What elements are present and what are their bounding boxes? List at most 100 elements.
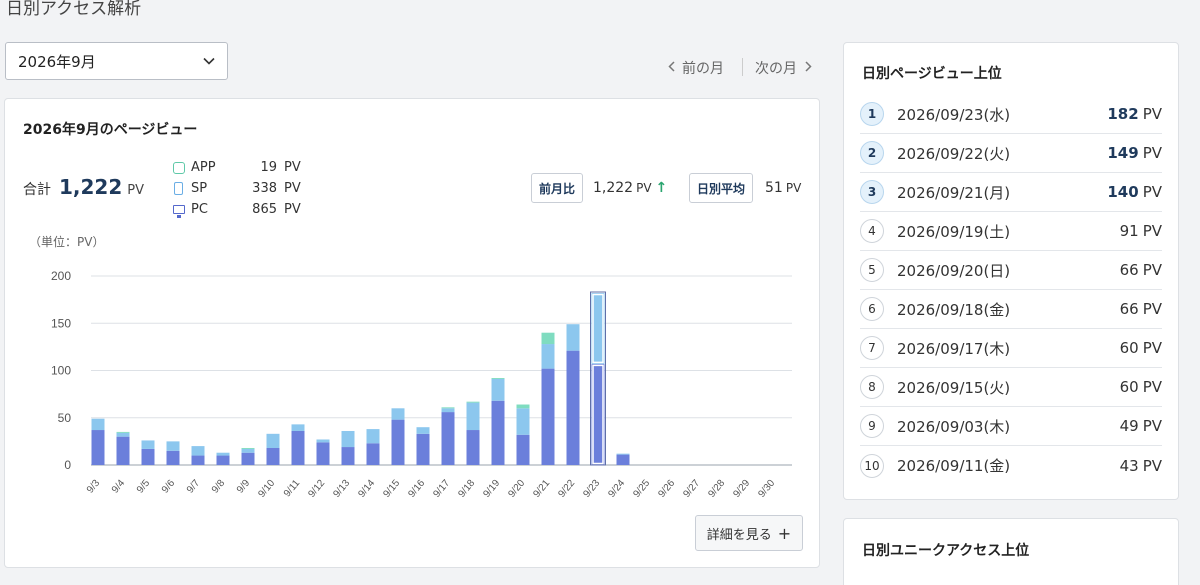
chevron-down-icon: [203, 55, 215, 68]
pv-ranking-card: 日別ページビュー上位 1 2026/09/23(水) 182 PV 2 2026/09/2…: [843, 42, 1179, 500]
x-tick-label: 9/27: [681, 478, 702, 500]
bar-segment-app: [491, 378, 505, 380]
rank-pv-value: 66: [1119, 300, 1139, 318]
x-tick-label: 9/10: [256, 478, 277, 500]
bar-segment-sp: [466, 402, 480, 431]
bar-segment-sp: [191, 446, 205, 456]
rank-date: 2026/09/21(月): [897, 183, 1011, 202]
ranking-row: 1 2026/09/23(水) 182 PV: [860, 95, 1162, 134]
x-tick-label: 9/15: [381, 478, 402, 500]
pageview-bar-chart: 0501001502009/3 9/4 9/5 9/6 9/7 9/8 9/9 9/10 9/1…: [51, 269, 792, 500]
x-tick-label: 9/30: [756, 478, 777, 500]
rank-pv: 149 PV: [1107, 144, 1162, 162]
rank-pv: 43 PV: [1120, 457, 1162, 475]
next-month-label: 次の月: [755, 61, 797, 77]
rank-badge: 8: [860, 375, 884, 399]
x-tick-label: 9/24: [606, 478, 627, 500]
x-tick-label: 9/6: [160, 478, 178, 496]
rank-pv: 60 PV: [1120, 339, 1162, 357]
x-tick-label: 9/11: [282, 478, 303, 500]
x-tick-label: 9/28: [706, 478, 727, 500]
x-tick-label: 9/12: [306, 478, 327, 500]
ranking-row: 7 2026/09/17(木) 60 PV: [860, 329, 1162, 368]
month-select[interactable]: 2026年9月: [5, 42, 228, 80]
rank-pv-unit: PV: [1142, 339, 1162, 357]
ranking-row: 9 2026/09/03(木) 49 PV: [860, 407, 1162, 446]
rank-badge: 5: [860, 258, 884, 282]
x-tick-label: 9/17: [431, 478, 452, 500]
rank-pv-unit: PV: [1142, 222, 1162, 240]
bar-segment-app: [541, 332, 555, 345]
bar-segment-pc: [116, 436, 130, 465]
x-tick-label: 9/4: [110, 478, 128, 496]
nav-divider: [742, 58, 743, 76]
pv-ranking-title: 日別ページビュー上位: [862, 66, 1002, 82]
pageview-card: 2026年9月のページビュー 合計 1,222 PV APP 19 PV SP …: [4, 98, 820, 568]
chevron-right-icon: [805, 60, 812, 76]
x-tick-label: 9/5: [135, 478, 153, 496]
rank-badge: 10: [860, 453, 884, 478]
bar-segment-sp: [116, 432, 130, 437]
bar-segment-pc: [291, 430, 305, 465]
y-tick-label: 150: [51, 316, 71, 330]
bar-segment-app: [441, 407, 455, 409]
bar-segment-sp: [441, 408, 455, 413]
bar-segment-sp: [541, 344, 555, 369]
bar-segment-sp: [516, 408, 530, 435]
rank-pv: 66 PV: [1120, 261, 1162, 279]
bar-segment-app: [516, 404, 530, 409]
x-tick-label: 9/16: [406, 478, 427, 500]
plus-icon: +: [777, 523, 792, 543]
x-tick-label: 9/23: [581, 478, 602, 500]
bar-segment-pc: [341, 447, 355, 465]
bar-segment-pc: [616, 454, 630, 465]
rank-date: 2026/09/23(水): [897, 105, 1011, 124]
rank-pv: 91 PV: [1120, 222, 1162, 240]
bar-segment-sp: [141, 440, 155, 449]
bar-segment-pc: [91, 430, 105, 465]
y-tick-label: 0: [64, 458, 71, 472]
ranking-row: 2 2026/09/22(火) 149 PV: [860, 134, 1162, 173]
bar-segment-sp: [391, 408, 405, 420]
x-tick-label: 9/25: [631, 478, 652, 500]
rank-date: 2026/09/11(金): [897, 457, 1011, 475]
rank-date: 2026/09/17(木): [897, 339, 1011, 358]
y-tick-label: 100: [51, 364, 71, 378]
rank-pv-value: 43: [1119, 456, 1139, 475]
bar-segment-pc: [266, 447, 280, 465]
rank-pv-unit: PV: [1142, 300, 1162, 318]
bar-segment-app: [241, 447, 255, 449]
bar-segment-pc: [441, 412, 455, 465]
bar-segment-pc: [316, 442, 330, 465]
rank-pv-unit: PV: [1142, 261, 1162, 279]
bar-segment-pc: [166, 450, 180, 465]
bar-segment-sp: [166, 441, 180, 451]
rank-pv-value: 49: [1119, 417, 1139, 435]
prev-month-link[interactable]: 前の月: [668, 58, 724, 78]
x-tick-label: 9/18: [456, 478, 477, 500]
month-select-value: 2026年9月: [18, 52, 96, 71]
bar-segment-sp: [91, 418, 105, 431]
rank-badge: 3: [860, 180, 884, 204]
bar-segment-sp: [216, 452, 230, 456]
bar-segment-app: [116, 431, 130, 433]
detail-button[interactable]: 詳細を見る +: [695, 515, 803, 551]
x-tick-label: 9/26: [656, 478, 677, 500]
ranking-row: 3 2026/09/21(月) 140 PV: [860, 173, 1162, 212]
rank-pv-unit: PV: [1142, 144, 1162, 162]
rank-pv: 182 PV: [1107, 105, 1162, 123]
rank-badge: 9: [860, 414, 884, 438]
bar-segment-sp: [566, 324, 580, 351]
rank-date: 2026/09/15(火): [897, 378, 1011, 397]
bar-segment-pc: [566, 350, 580, 465]
rank-pv: 66 PV: [1120, 300, 1162, 318]
bar-segment-pc: [216, 455, 230, 465]
rank-badge: 2: [860, 141, 884, 165]
y-tick-label: 200: [51, 269, 71, 283]
x-tick-label: 9/14: [356, 478, 377, 500]
next-month-link[interactable]: 次の月: [755, 58, 812, 78]
bar-segment-sp: [416, 427, 430, 434]
rank-badge: 1: [860, 102, 884, 126]
y-tick-label: 50: [58, 411, 72, 425]
x-tick-label: 9/8: [210, 478, 228, 496]
